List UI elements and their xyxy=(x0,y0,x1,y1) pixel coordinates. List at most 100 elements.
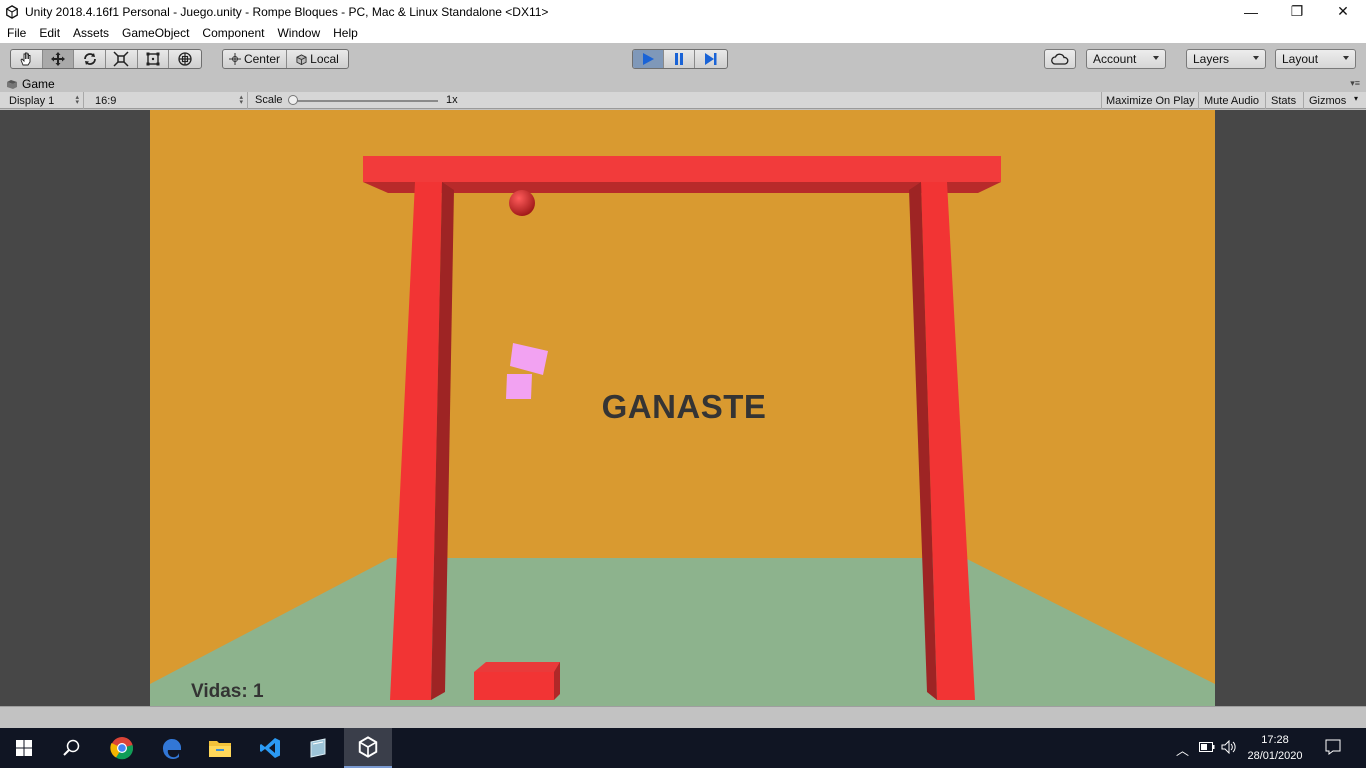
stats-label: Stats xyxy=(1271,94,1297,107)
account-dropdown[interactable]: Account xyxy=(1086,49,1166,69)
cube-icon xyxy=(296,53,307,65)
win-message: GANASTE xyxy=(601,388,767,425)
rotate-tool-icon[interactable] xyxy=(74,50,107,68)
chevron-down-icon xyxy=(1253,56,1259,60)
gizmos-dropdown[interactable]: Gizmos ▾ xyxy=(1304,92,1362,109)
play-icon xyxy=(643,53,654,65)
game-scene[interactable]: GANASTE Vidas: 1 xyxy=(150,110,1215,706)
mute-audio-label: Mute Audio xyxy=(1204,94,1260,107)
vscode-icon[interactable] xyxy=(246,728,294,768)
updown-arrows-icon: ▴ ▾ xyxy=(239,94,243,106)
volume-icon[interactable] xyxy=(1221,739,1237,757)
aspect-dropdown[interactable]: 16:9 ▴ ▾ xyxy=(90,92,248,109)
notifications-icon[interactable] xyxy=(1325,739,1341,758)
search-icon[interactable] xyxy=(48,728,96,768)
chrome-icon[interactable] xyxy=(98,728,146,768)
menu-file[interactable]: File xyxy=(0,26,32,40)
close-button[interactable]: ✕ xyxy=(1320,0,1366,23)
pivot-local-label: Local xyxy=(310,52,339,66)
file-explorer-icon[interactable] xyxy=(196,728,244,768)
scale-label: Scale xyxy=(255,94,283,106)
pivot-center-label: Center xyxy=(243,52,280,66)
menu-gameobject[interactable]: GameObject xyxy=(115,26,195,40)
pause-button[interactable] xyxy=(664,50,695,68)
tab-menu-icon[interactable]: ▾≡ xyxy=(1350,78,1360,89)
scale-value: 1x xyxy=(446,94,458,106)
clock-time: 17:28 xyxy=(1261,734,1289,746)
transform-tools xyxy=(10,49,202,69)
gizmos-label: Gizmos xyxy=(1309,94,1347,107)
menu-assets[interactable]: Assets xyxy=(66,26,115,40)
layout-dropdown[interactable]: Layout xyxy=(1275,49,1356,69)
block-upper xyxy=(510,343,548,375)
unity-icon[interactable] xyxy=(344,728,392,768)
game-view-toolbar: Display 1 ▴ ▾ 16:9 ▴ ▾ Scale 1x Maximize O… xyxy=(0,92,1366,109)
chevron-down-icon xyxy=(1343,56,1349,60)
menu-component[interactable]: Component xyxy=(195,26,270,40)
layers-label: Layers xyxy=(1193,52,1230,66)
mute-audio-toggle[interactable]: Mute Audio xyxy=(1199,92,1266,109)
maximize-button[interactable]: ❐ xyxy=(1274,0,1320,23)
step-button[interactable] xyxy=(695,50,726,68)
updown-arrows-icon: ▴ ▾ xyxy=(75,94,79,106)
paddle-top xyxy=(474,662,560,672)
menu-bar: File Edit Assets GameObject Component Wi… xyxy=(0,23,1366,43)
pivot-center-button[interactable]: Center xyxy=(223,50,287,68)
layout-label: Layout xyxy=(1282,52,1319,66)
lives-counter: Vidas: 1 xyxy=(191,681,264,702)
game-tab-label: Game xyxy=(22,77,55,91)
collab-cloud-button[interactable] xyxy=(1044,49,1076,69)
battery-icon[interactable] xyxy=(1199,740,1215,755)
rect-tool-icon[interactable] xyxy=(138,50,170,68)
chevron-down-icon xyxy=(1153,56,1159,60)
block-lower xyxy=(506,374,532,399)
paddle-front xyxy=(474,672,554,700)
cloud-icon xyxy=(1051,53,1069,65)
menu-help[interactable]: Help xyxy=(326,26,364,40)
game-view[interactable]: GANASTE Vidas: 1 xyxy=(0,110,1366,706)
pivot-icon xyxy=(228,53,241,65)
ball xyxy=(509,190,535,216)
display-label: Display 1 xyxy=(9,94,55,107)
window-title: Unity 2018.4.16f1 Personal - Juego.unity… xyxy=(25,4,549,19)
display-dropdown[interactable]: Display 1 ▴ ▾ xyxy=(4,92,84,109)
transform-tool-icon[interactable] xyxy=(169,50,201,68)
menu-window[interactable]: Window xyxy=(270,26,326,40)
title-bar: Unity 2018.4.16f1 Personal - Juego.unity… xyxy=(0,0,1366,23)
clock-date: 28/01/2020 xyxy=(1247,750,1303,762)
taskbar: ︿ 17:28 28/01/2020 xyxy=(0,728,1366,768)
chevron-up-icon[interactable]: ︿ xyxy=(1176,740,1189,759)
top-beam-front xyxy=(363,156,1001,182)
edge-icon[interactable] xyxy=(148,728,196,768)
pivot-controls: Center Local xyxy=(222,49,349,69)
chevron-down-icon: ▾ xyxy=(1353,94,1358,103)
maximize-on-play-toggle[interactable]: Maximize On Play xyxy=(1101,92,1199,109)
stats-toggle[interactable]: Stats xyxy=(1266,92,1304,109)
play-button[interactable] xyxy=(633,50,664,68)
maximize-on-play-label: Maximize On Play xyxy=(1106,94,1195,107)
pause-icon xyxy=(675,53,683,65)
scale-tool-icon[interactable] xyxy=(106,50,138,68)
pivot-local-button[interactable]: Local xyxy=(287,50,348,68)
system-clock[interactable]: 17:28 28/01/2020 xyxy=(1240,732,1310,764)
scale-slider-thumb[interactable] xyxy=(288,95,298,105)
minimize-button[interactable]: — xyxy=(1228,0,1274,23)
hand-tool-icon[interactable] xyxy=(11,50,43,68)
toolbar: Center Local Account Layers Layout xyxy=(0,43,1366,75)
step-icon xyxy=(704,53,716,65)
game-tab-row: Game ▾≡ xyxy=(0,75,1366,92)
top-beam-under xyxy=(363,182,1001,193)
layers-dropdown[interactable]: Layers xyxy=(1186,49,1266,69)
playmode-controls xyxy=(632,49,728,69)
start-icon[interactable] xyxy=(0,728,48,768)
move-tool-icon[interactable] xyxy=(42,50,75,68)
glass-app-icon[interactable] xyxy=(294,728,342,768)
unity-logo-icon xyxy=(6,4,18,19)
status-bar xyxy=(0,706,1366,728)
aspect-label: 16:9 xyxy=(95,94,117,107)
game-tab[interactable]: Game xyxy=(6,76,55,92)
game-view-icon xyxy=(7,79,17,89)
account-label: Account xyxy=(1093,52,1137,66)
menu-edit[interactable]: Edit xyxy=(32,26,66,40)
scale-slider-track[interactable] xyxy=(292,100,438,102)
